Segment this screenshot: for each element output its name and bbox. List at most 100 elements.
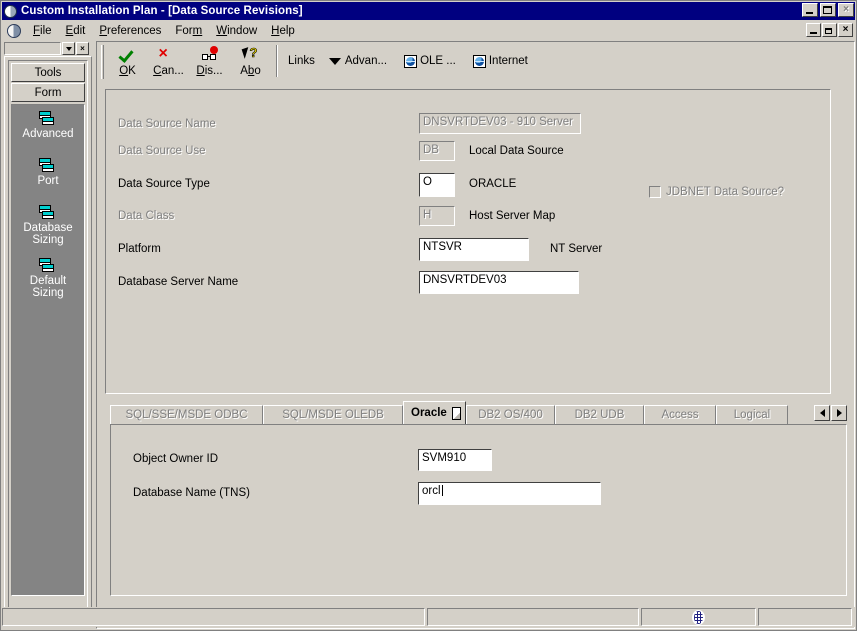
dock-item-label-line2: Sizing (32, 287, 64, 299)
input-database-name-tns[interactable]: orcl (418, 482, 601, 505)
cancel-button[interactable]: × Can... (148, 43, 189, 79)
application-icon[interactable] (4, 4, 17, 18)
internet-button[interactable]: Internet (461, 43, 533, 79)
about-button[interactable]: ? Abo (230, 43, 271, 79)
jdbnet-data-source-checkbox[interactable]: JDBNET Data Source? (649, 186, 784, 198)
mdi-restore-button[interactable] (822, 23, 837, 37)
globe-icon (404, 54, 418, 68)
document-menu-icon[interactable] (7, 23, 21, 38)
dock-item-port[interactable]: Port (12, 158, 84, 187)
dock-item-label-line2: Sizing (32, 234, 64, 246)
dock-inner: Tools Form Advanced Port Database Sizing… (8, 60, 88, 622)
tab-oracle[interactable]: Oracle (403, 401, 466, 424)
header-fields-group: Data Source Name DNSVRTDEV03 - 910 Serve… (105, 89, 831, 394)
status-bar (2, 607, 855, 627)
maximize-button[interactable] (820, 3, 836, 17)
form-toolbar: OK × Can... Dis... ? Abo Links Advan... … (98, 43, 853, 82)
dock-item-default-sizing[interactable]: Default Sizing (12, 258, 84, 299)
links-label: Links (288, 55, 315, 67)
tab-scroll-right-button[interactable] (831, 404, 847, 421)
label-data-source-use: Data Source Use (118, 145, 206, 157)
dock-item-label: Advanced (22, 128, 74, 140)
oracle-tab-panel: Object Owner ID SVM910 Database Name (TN… (110, 424, 847, 596)
input-database-server-name[interactable]: DNSVRTDEV03 (419, 271, 579, 294)
label-platform: Platform (118, 243, 161, 255)
title-bar: Custom Installation Plan - [Data Source … (2, 2, 855, 20)
display-button[interactable]: Dis... (189, 43, 230, 79)
dock-close-icon[interactable]: × (76, 42, 89, 55)
mdi-minimize-button[interactable] (806, 23, 821, 37)
input-data-class[interactable]: H (419, 206, 455, 226)
dock-item-advanced[interactable]: Advanced (12, 111, 84, 140)
window-title: Custom Installation Plan - [Data Source … (21, 5, 303, 17)
tab-access[interactable]: Access (644, 405, 716, 424)
minimize-button[interactable] (802, 3, 818, 17)
tab-scroll-controls (814, 404, 847, 421)
checkbox-box[interactable] (649, 186, 661, 198)
dock-body: Tools Form Advanced Port Database Sizing… (4, 56, 92, 626)
input-object-owner-id[interactable]: SVM910 (418, 449, 492, 471)
input-platform[interactable]: NTSVR (419, 238, 529, 261)
tab-scroll-left-button[interactable] (814, 404, 830, 421)
dock-item-list: Advanced Port Database Sizing Default Si… (11, 104, 85, 596)
cancel-button-label: Can... (153, 65, 184, 77)
dock-item-database-sizing[interactable]: Database Sizing (12, 205, 84, 246)
ok-button[interactable]: OK (107, 43, 148, 79)
page-icon (451, 406, 461, 420)
menu-item-file[interactable]: File (26, 23, 59, 39)
status-pane-4 (758, 608, 852, 626)
advanced-dropdown-button[interactable]: Advan... (320, 43, 392, 79)
mdi-close-button[interactable]: × (838, 23, 853, 37)
internet-button-label: Internet (488, 55, 528, 67)
tab-sql-sse-msde-odbc[interactable]: SQL/SSE/MSDE ODBC (110, 405, 263, 424)
input-data-source-use[interactable]: DB (419, 141, 455, 161)
dock-item-label-line1: Default (29, 275, 67, 287)
chevron-down-icon[interactable] (62, 42, 75, 55)
about-button-label: Abo (240, 65, 261, 77)
form-window-icon (39, 111, 57, 127)
tab-db2-udb[interactable]: DB2 UDB (555, 405, 644, 424)
ok-button-label: OK (119, 65, 136, 77)
dock-tab-form[interactable]: Form (11, 83, 85, 102)
label-object-owner-id: Object Owner ID (133, 453, 218, 465)
ole-button-label: OLE ... (420, 55, 456, 67)
label-database-server-name: Database Server Name (118, 276, 239, 288)
label-database-name-tns: Database Name (TNS) (133, 487, 250, 499)
label-data-class: Data Class (118, 210, 175, 222)
text-oracle: ORACLE (469, 178, 517, 190)
text-host-server-map: Host Server Map (469, 210, 556, 222)
status-pane-3 (641, 608, 756, 626)
ole-button[interactable]: OLE ... (392, 43, 461, 79)
form-window-icon (39, 258, 57, 274)
dock-item-label: Port (37, 175, 59, 187)
green-check-icon (118, 46, 138, 64)
input-data-source-name[interactable]: DNSVRTDEV03 - 910 Server (419, 113, 581, 134)
chevron-down-icon (328, 57, 341, 65)
input-data-source-type[interactable]: O (419, 173, 455, 197)
status-pane-2 (427, 608, 639, 626)
toolbar-grip[interactable] (101, 45, 104, 79)
menu-item-help[interactable]: Help (264, 23, 302, 39)
menu-item-window[interactable]: Window (209, 23, 264, 39)
dock-tab-tools[interactable]: Tools (11, 63, 85, 82)
display-button-label: Dis... (196, 65, 223, 77)
tab-oracle-label: Oracle (411, 407, 447, 419)
jdbnet-checkbox-label: JDBNET Data Source? (666, 186, 785, 198)
menu-item-form[interactable]: Form (168, 23, 209, 39)
toolbar-separator (276, 45, 278, 77)
form-window-icon (39, 158, 57, 174)
glasses-icon (200, 46, 220, 64)
cursor-question-icon: ? (241, 46, 261, 64)
tab-sql-msde-oledb[interactable]: SQL/MSDE OLEDB (263, 405, 403, 424)
close-button[interactable]: × (838, 3, 854, 17)
text-local-data-source: Local Data Source (469, 145, 564, 157)
advanced-dropdown-label: Advan... (344, 55, 388, 67)
menu-item-edit[interactable]: Edit (59, 23, 93, 39)
status-pane-1 (2, 608, 425, 626)
window-controls: × (802, 3, 854, 17)
tab-logical[interactable]: Logical (716, 405, 788, 424)
dock-combo-input[interactable] (4, 42, 61, 55)
tab-db2-os400[interactable]: DB2 OS/400 (466, 405, 555, 424)
menu-item-preferences[interactable]: Preferences (92, 23, 168, 39)
globe-icon (472, 54, 486, 68)
